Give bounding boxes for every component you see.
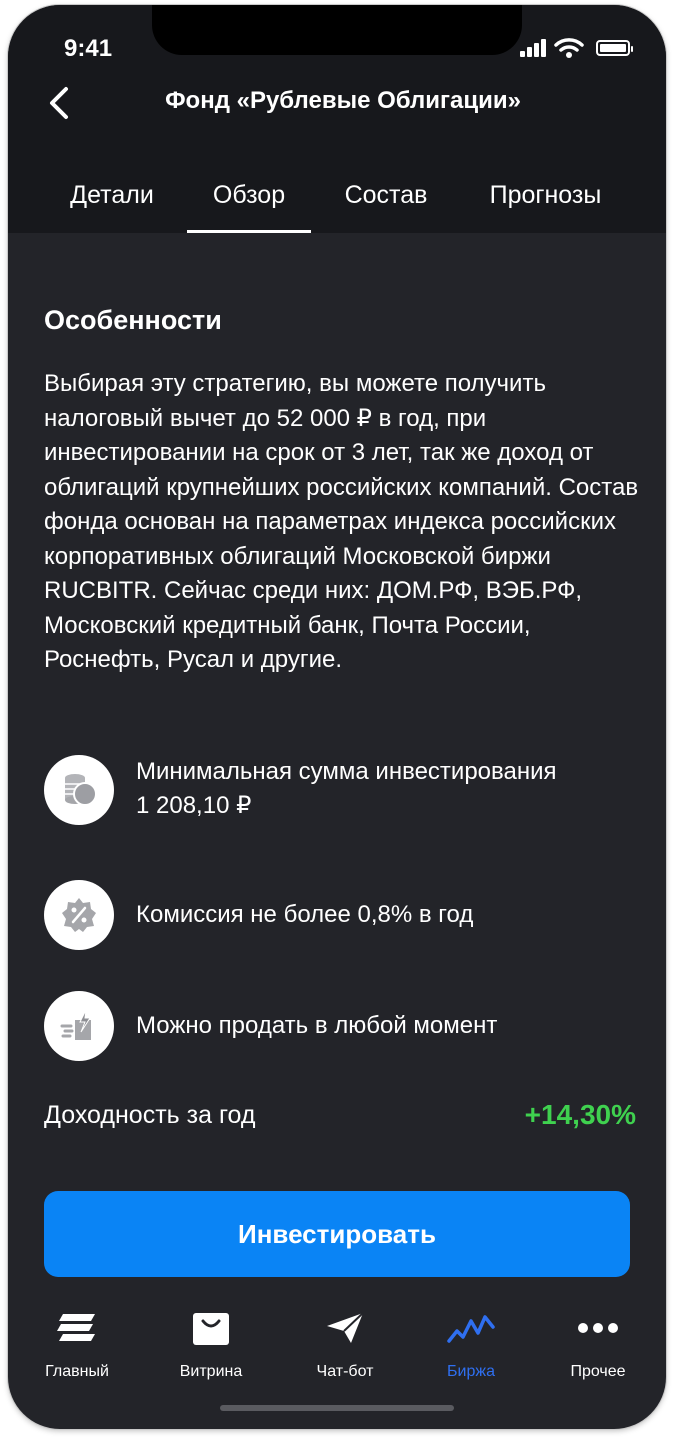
chevron-left-icon bbox=[50, 87, 68, 119]
invest-button[interactable]: Инвестировать bbox=[44, 1191, 630, 1277]
yield-label: Доходность за год bbox=[44, 1101, 256, 1129]
nav-item-more[interactable]: Прочее bbox=[543, 1297, 653, 1387]
nav-label: Главный bbox=[45, 1363, 109, 1380]
page-title: Фонд «Рублевые Облигации» bbox=[165, 87, 521, 114]
nav-item-chatbot[interactable]: Чат-бот bbox=[290, 1297, 400, 1387]
section-title: Особенности bbox=[44, 305, 222, 335]
paper-plane-icon bbox=[327, 1312, 364, 1343]
status-time: 9:41 bbox=[64, 35, 113, 62]
stock-chart-icon bbox=[447, 1315, 495, 1343]
more-dots-icon bbox=[578, 1323, 618, 1333]
nav-label: Прочее bbox=[570, 1363, 626, 1380]
feature-commission: Комиссия не более 0,8% в год bbox=[44, 880, 644, 952]
nav-item-showcase[interactable]: Витрина bbox=[156, 1297, 266, 1387]
yield-value: +14,30% bbox=[524, 1099, 636, 1130]
wifi-icon bbox=[554, 38, 584, 58]
feature-min-investment: Минимальная сумма инвестирования 1 208,1… bbox=[44, 755, 644, 827]
nav-item-home[interactable]: Главный bbox=[22, 1297, 132, 1387]
back-button[interactable] bbox=[40, 83, 80, 123]
shopping-bag-icon bbox=[193, 1313, 229, 1345]
notch bbox=[152, 5, 522, 55]
fast-sell-icon bbox=[60, 1009, 91, 1040]
coins-icon bbox=[65, 774, 97, 806]
feature-icon-circle bbox=[44, 991, 114, 1061]
signal-icon bbox=[520, 39, 548, 57]
feature-label: Комиссия не более 0,8% в год bbox=[136, 901, 474, 928]
nav-label: Чат-бот bbox=[316, 1363, 374, 1380]
feature-sell-anytime: Можно продать в любой момент bbox=[44, 991, 644, 1063]
tab-details[interactable]: Детали bbox=[52, 175, 172, 233]
tab-composition[interactable]: Состав bbox=[326, 175, 446, 233]
phone-frame: 9:41 Фонд «Рублевые Облигации» Детали Об… bbox=[8, 5, 666, 1429]
feature-text: Минимальная сумма инвестирования 1 208,1… bbox=[136, 755, 557, 823]
tab-overview[interactable]: Обзор bbox=[187, 175, 311, 233]
feature-label: Минимальная сумма инвестирования bbox=[136, 758, 557, 785]
home-indicator bbox=[220, 1405, 454, 1411]
feature-icon-circle bbox=[44, 755, 114, 825]
nav-label: Биржа bbox=[447, 1363, 495, 1380]
feature-value: 1 208,10 ₽ bbox=[136, 792, 252, 819]
feature-icon-circle bbox=[44, 880, 114, 950]
tab-bar: Детали Обзор Состав Прогнозы bbox=[8, 175, 666, 233]
battery-icon bbox=[596, 40, 633, 56]
feature-label: Можно продать в любой момент bbox=[136, 1012, 498, 1039]
stack-icon bbox=[57, 1314, 95, 1341]
description-text: Выбирая эту стратегию, вы можете получит… bbox=[44, 370, 639, 673]
bottom-nav: Главный Витрина Чат-бот Биржа Прочее bbox=[8, 1297, 666, 1397]
percent-badge-icon bbox=[62, 898, 96, 932]
nav-label: Витрина bbox=[179, 1363, 243, 1380]
nav-item-exchange[interactable]: Биржа bbox=[416, 1297, 526, 1387]
tab-forecasts[interactable]: Прогнозы bbox=[473, 175, 618, 233]
